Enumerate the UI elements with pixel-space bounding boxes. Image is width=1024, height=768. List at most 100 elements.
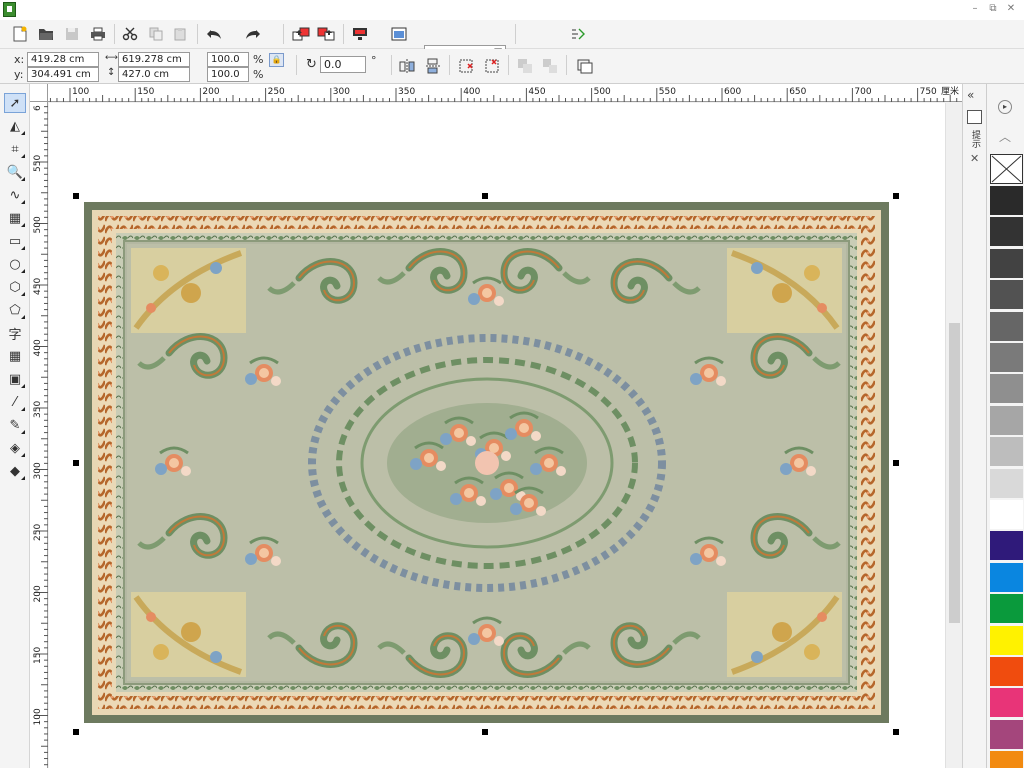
paste-icon[interactable] [170, 24, 190, 44]
lock-ratio-icon[interactable]: 🔒 [269, 53, 284, 67]
height-input[interactable]: 427.0 cm [118, 67, 190, 82]
selection-handle[interactable] [73, 193, 79, 199]
rotation-angle-input[interactable]: 0.0 [320, 56, 366, 73]
palette-scroll-up-icon[interactable]: ▸ [998, 100, 1012, 114]
color-swatch[interactable] [990, 594, 1023, 625]
color-swatch[interactable] [990, 531, 1023, 562]
vertical-scrollbar[interactable] [945, 103, 962, 768]
ruler-origin[interactable] [30, 84, 48, 102]
color-swatch[interactable] [990, 719, 1023, 750]
basic-shapes-icon[interactable]: ⬠ [4, 300, 26, 320]
drawing-canvas[interactable] [49, 103, 945, 768]
minimize-button[interactable]: – [968, 2, 982, 16]
restore-button[interactable]: ⧉ [986, 2, 1000, 16]
selection-handle[interactable] [893, 460, 899, 466]
cut-icon[interactable] [120, 24, 140, 44]
toolbar-separator [508, 55, 509, 75]
color-swatch[interactable] [990, 343, 1023, 373]
ungroup-icon[interactable] [482, 56, 502, 76]
ellipse-tool-icon[interactable]: ○ [4, 254, 26, 274]
color-swatch[interactable] [990, 657, 1023, 687]
color-swatch[interactable] [990, 437, 1023, 468]
color-swatch[interactable] [990, 468, 1023, 499]
export-icon[interactable] [316, 24, 336, 44]
selection-handle[interactable] [73, 729, 79, 735]
selection-handle[interactable] [893, 729, 899, 735]
align-distribute-icon[interactable] [575, 56, 595, 76]
undo-icon[interactable] [204, 24, 224, 44]
mirror-vertical-icon[interactable] [423, 56, 443, 76]
palette-up-icon[interactable]: ︿ [999, 128, 1011, 145]
color-swatch[interactable] [990, 217, 1023, 248]
color-swatch[interactable] [990, 248, 1023, 279]
scrollbar-thumb[interactable] [949, 323, 960, 623]
parallel-dimension-icon[interactable]: ▣ [4, 369, 26, 389]
fill-tool-icon[interactable]: ◈ [4, 438, 26, 458]
scale-y-input[interactable]: 100.0 [207, 67, 249, 82]
pick-tool-icon[interactable]: ➚ [4, 93, 26, 113]
toolbar-separator [391, 55, 392, 75]
ruler-label: 250 [33, 524, 43, 541]
copy-icon[interactable] [146, 24, 166, 44]
color-swatch[interactable] [990, 751, 1023, 768]
break-apart-icon[interactable] [540, 56, 560, 76]
snap-options-icon[interactable] [568, 24, 588, 44]
new-document-icon[interactable] [10, 24, 30, 44]
close-button[interactable]: ✕ [1004, 2, 1018, 16]
welcome-screen-icon[interactable] [389, 24, 409, 44]
docker-tab-label[interactable]: 提示 [969, 130, 982, 148]
y-position-input[interactable]: 304.491 cm [27, 67, 99, 82]
hints-docker-icon[interactable] [967, 110, 982, 124]
open-folder-icon[interactable] [36, 24, 56, 44]
color-swatch[interactable] [990, 311, 1023, 342]
freehand-tool-icon[interactable]: ∿ [4, 185, 26, 205]
color-swatch[interactable] [990, 625, 1023, 656]
selection-handle[interactable] [482, 729, 488, 735]
polygon-tool-icon[interactable]: ⬡ [4, 277, 26, 297]
no-fill-swatch[interactable] [990, 154, 1023, 184]
smart-fill-icon[interactable]: ▦ [4, 208, 26, 228]
toolbar-separator [515, 24, 516, 44]
color-swatch[interactable] [990, 280, 1023, 311]
color-swatch[interactable] [990, 186, 1023, 216]
carpet-artwork[interactable] [49, 103, 945, 768]
ruler-label: 700 [854, 87, 871, 97]
close-docker-icon[interactable]: ✕ [970, 152, 979, 165]
selection-handle[interactable] [482, 193, 488, 199]
selection-handle[interactable] [73, 460, 79, 466]
collapse-docker-icon[interactable]: « [967, 88, 974, 102]
scale-x-input[interactable]: 100.0 [207, 52, 249, 67]
ruler-label: 200 [33, 585, 43, 602]
rectangle-tool-icon[interactable]: ▭ [4, 231, 26, 251]
color-swatch[interactable] [990, 688, 1023, 719]
outline-pen-icon[interactable]: ✎ [4, 415, 26, 435]
color-swatch[interactable] [990, 562, 1023, 593]
color-swatch[interactable] [990, 500, 1023, 530]
zoom-tool-icon[interactable]: 🔍 [4, 162, 26, 182]
text-tool-icon[interactable]: 字 [4, 323, 26, 343]
horizontal-ruler[interactable]: 100 150 200 250 300 350 400 450 500 550 600 650 700 7… [48, 84, 962, 102]
ruler-label: 150 [33, 647, 43, 664]
import-icon[interactable] [291, 24, 311, 44]
combine-icon[interactable] [515, 56, 535, 76]
ruler-label: 300 [33, 462, 43, 479]
application-launcher-icon[interactable] [350, 24, 370, 44]
toolbar-separator [114, 24, 115, 44]
x-position-input[interactable]: 419.28 cm [27, 52, 99, 67]
table-tool-icon[interactable]: ▦ [4, 346, 26, 366]
ruler-label: 100 [33, 708, 43, 725]
color-swatch[interactable] [990, 374, 1023, 405]
width-input[interactable]: 619.278 cm [118, 52, 190, 67]
group-icon[interactable] [456, 56, 476, 76]
crop-tool-icon[interactable]: ⌗ [4, 139, 26, 159]
print-icon[interactable] [88, 24, 108, 44]
mirror-horizontal-icon[interactable] [397, 56, 417, 76]
color-swatch[interactable] [990, 405, 1023, 436]
vertical-ruler[interactable]: 550 500 450 400 350 300 250 200 150 100 6 [30, 102, 48, 768]
interactive-fill-icon[interactable]: ◆ [4, 461, 26, 481]
save-icon[interactable] [62, 24, 82, 44]
redo-icon[interactable] [243, 24, 263, 44]
shape-tool-icon[interactable]: ◭ [4, 116, 26, 136]
eyedropper-icon[interactable]: ⁄ [4, 392, 26, 412]
selection-handle[interactable] [893, 193, 899, 199]
